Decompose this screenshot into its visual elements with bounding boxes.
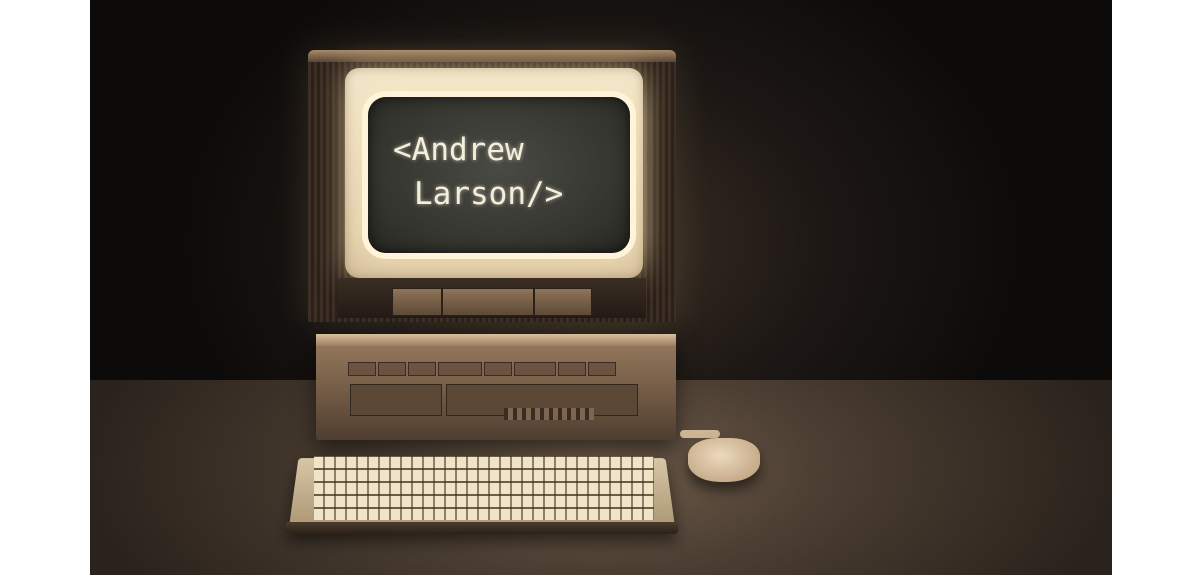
monitor-top [308, 50, 676, 62]
case-button [558, 362, 586, 376]
keyboard-keys [314, 456, 654, 520]
case-button [588, 362, 616, 376]
monitor-side-button [647, 150, 651, 162]
screen-text-line-1: <Andrew [393, 132, 524, 168]
mouse-cable [680, 430, 720, 438]
monitor-screen [368, 97, 630, 253]
case-button [378, 362, 406, 376]
case-button [408, 362, 436, 376]
case-button [438, 362, 482, 376]
case-button [348, 362, 376, 376]
case-button [484, 362, 512, 376]
screen-text-line-2: Larson/> [414, 176, 564, 212]
keyboard-front-edge [286, 522, 678, 534]
monitor-slot [534, 288, 592, 316]
desktop-case-top [316, 334, 676, 346]
mouse [688, 438, 760, 482]
case-vent [504, 408, 594, 420]
case-button [514, 362, 556, 376]
drive-bay [350, 384, 442, 416]
monitor-slot [442, 288, 534, 316]
monitor-slot [392, 288, 442, 316]
